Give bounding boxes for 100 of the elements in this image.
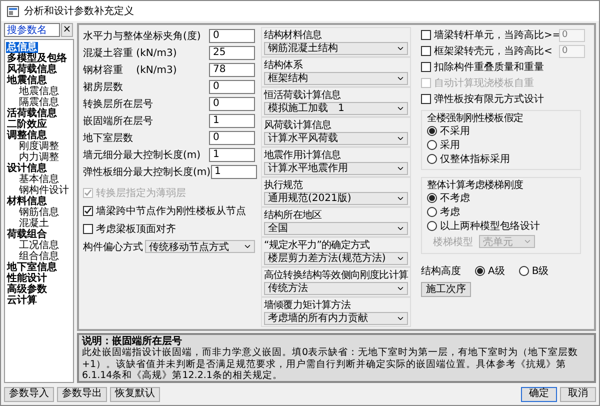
description-text: 此处嵌固端指设计嵌固端，而非力学意义嵌固。填0表示缺省：无地下室时为第一层，有地下室时为（地下室层数+1）。该缺省值并未判断是否满足规范要求，用户需自行判断并确定实际的嵌固端位置。具体参考《抗规》第6.1.14条和《高规》第12.2.1条的相关规定。 xyxy=(82,347,580,382)
chevron-icon xyxy=(523,237,532,246)
checkbox-label: 框架梁转壳元，当跨高比< xyxy=(434,44,554,58)
dropdown[interactable]: 计算水平地震作用 xyxy=(264,162,408,174)
tree-item[interactable]: 内力调整 xyxy=(18,152,60,163)
tree-item[interactable]: 钢筋信息 xyxy=(18,207,60,218)
input-field[interactable]: 1 xyxy=(210,164,257,178)
group-title: 整体计算考虑楼梯刚度 xyxy=(427,180,524,191)
radio-button[interactable] xyxy=(427,207,437,217)
checkbox-label: 扣除构件重叠质量和重量 xyxy=(434,60,544,74)
input-field[interactable]: 1 xyxy=(209,114,255,128)
checkbox[interactable] xyxy=(421,62,431,72)
field-label: 水平力与整体坐标夹角(度) xyxy=(83,30,201,42)
footer-button[interactable]: 参数导出 xyxy=(57,386,107,402)
field-label: 结构高度 xyxy=(421,264,461,278)
chevron-icon xyxy=(243,242,252,251)
dropdown[interactable]: 考虑墙的所有内力贡献 xyxy=(264,312,408,324)
radio-button[interactable] xyxy=(427,154,437,164)
tree-item[interactable]: 材料信息 xyxy=(6,196,48,207)
dropdown[interactable]: 全国 xyxy=(264,222,408,234)
radio-button[interactable] xyxy=(427,221,437,231)
checkbox[interactable] xyxy=(83,224,93,234)
tree-item[interactable]: 地震信息 xyxy=(18,86,60,97)
tree-item[interactable]: 活荷载信息 xyxy=(6,108,58,119)
tree-item[interactable]: 风荷载信息 xyxy=(6,64,58,75)
tree-item[interactable]: 工况信息 xyxy=(18,240,60,251)
field-label: 地下室层数 xyxy=(83,132,133,144)
radio-label: 以上两种模型包络设计 xyxy=(440,220,540,233)
group-title: 风荷载计算信息 xyxy=(264,120,332,130)
field-label: 弹性板细分最大控制长度(m) xyxy=(83,166,211,178)
input-field[interactable]: 25 xyxy=(209,46,255,60)
radio-label: A级 xyxy=(488,265,505,278)
field-label: 混凝土容重 (kN/m3) xyxy=(83,46,177,60)
dropdown[interactable]: 钢筋混凝土结构 xyxy=(264,42,408,54)
input-field[interactable]: 0 xyxy=(209,28,255,42)
footer-button[interactable]: 确定 xyxy=(521,386,557,402)
group-title: 高位转换结构等效侧向刚度比计算 xyxy=(264,270,408,280)
tree-item[interactable]: 地下室信息 xyxy=(6,262,58,273)
group-title: 恒活荷载计算信息 xyxy=(264,90,342,100)
tree-item[interactable]: 二阶效应 xyxy=(6,119,48,130)
field-label: 构件偏心方式 xyxy=(83,240,143,254)
checkbox[interactable] xyxy=(83,206,93,216)
tree-item[interactable]: 地震信息 xyxy=(6,75,48,86)
tree-item[interactable]: 设计信息 xyxy=(6,163,48,174)
tree-item[interactable]: 高级参数 xyxy=(6,284,48,295)
radio-button[interactable] xyxy=(427,140,437,150)
tree-item[interactable]: 钢构件设计 xyxy=(18,185,70,196)
radio-button[interactable] xyxy=(427,126,437,136)
dropdown[interactable]: 传统方法 xyxy=(264,282,408,294)
group-title: 结构体系 xyxy=(264,60,304,70)
dropdown[interactable]: 框架结构 xyxy=(264,72,408,84)
description-title: 说明：嵌固端所在层号 xyxy=(82,336,183,347)
radio-button[interactable] xyxy=(427,193,437,203)
tree-item[interactable]: 云计算 xyxy=(6,295,38,306)
group-title: 地震作用计算信息 xyxy=(264,150,342,160)
field-label: 转换层所在层号 xyxy=(83,98,153,110)
dropdown[interactable]: 通用规范(2021版) xyxy=(264,192,408,204)
tree-item[interactable]: 组合信息 xyxy=(18,251,60,262)
tree-item[interactable]: 荷载组合 xyxy=(6,229,48,240)
input-field[interactable]: 78 xyxy=(209,62,255,76)
radio-button[interactable] xyxy=(475,266,485,276)
input-field[interactable]: 0 xyxy=(209,96,255,110)
field-label: 裙房层数 xyxy=(83,80,123,94)
tree-item[interactable]: 基本信息 xyxy=(18,174,60,185)
tree-item[interactable]: 混凝土 xyxy=(18,218,50,229)
input-field[interactable]: 1 xyxy=(209,148,255,162)
input-field[interactable]: 0 xyxy=(209,80,255,94)
sequence-button[interactable]: 施工次序 xyxy=(421,282,471,297)
input-field[interactable]: 0 xyxy=(209,130,255,144)
group-title: 全楼强制刚性楼板假定 xyxy=(427,113,524,124)
tree-item[interactable]: 多模型及包络 xyxy=(6,53,68,64)
search-field[interactable]: 搜参数名 xyxy=(4,23,60,37)
field-label: 墙元细分最大控制长度(m) xyxy=(83,148,201,162)
dropdown[interactable]: 计算水平风荷载 xyxy=(264,132,408,144)
radio-label: 不考虑 xyxy=(440,192,470,205)
footer-button[interactable]: 参数导入 xyxy=(4,386,54,402)
radio-label: 考虑 xyxy=(440,206,460,219)
radio-button[interactable] xyxy=(518,266,529,276)
tree-item[interactable]: 隔震信息 xyxy=(18,97,60,108)
tree-item[interactable]: 调整信息 xyxy=(6,130,48,141)
checkbox[interactable] xyxy=(421,30,431,40)
footer-button[interactable]: 恢复默认 xyxy=(110,386,160,402)
radio-label: B级 xyxy=(532,265,549,278)
field-label: 楼梯模型 xyxy=(433,236,473,248)
field-label: 钢材容重 (kN/m3) xyxy=(83,64,177,76)
dropdown[interactable]: 传统移动节点方式 xyxy=(145,240,255,253)
clear-button[interactable]: × xyxy=(61,23,73,37)
group-title: 结构材料信息 xyxy=(264,30,323,40)
group-title: 墙倾覆力矩计算方法 xyxy=(264,300,352,310)
dropdown[interactable]: 楼层剪力差方法(规范方法) xyxy=(264,252,408,264)
radio-label: 不采用 xyxy=(440,124,470,138)
radio-label: 仅整体指标采用 xyxy=(440,152,510,166)
footer-button[interactable]: 取消 xyxy=(560,386,596,402)
checkbox-label: 墙梁跨中节点作为刚性楼板从节点 xyxy=(96,204,246,218)
tree-item[interactable]: 性能设计 xyxy=(6,273,48,284)
tree-item[interactable]: 刚度调整 xyxy=(18,141,60,152)
checkbox[interactable] xyxy=(421,94,431,104)
tree-item[interactable]: 总信息 xyxy=(6,42,38,53)
dropdown[interactable]: 模拟施工加载 1 xyxy=(264,102,408,114)
checkbox[interactable] xyxy=(421,46,431,56)
